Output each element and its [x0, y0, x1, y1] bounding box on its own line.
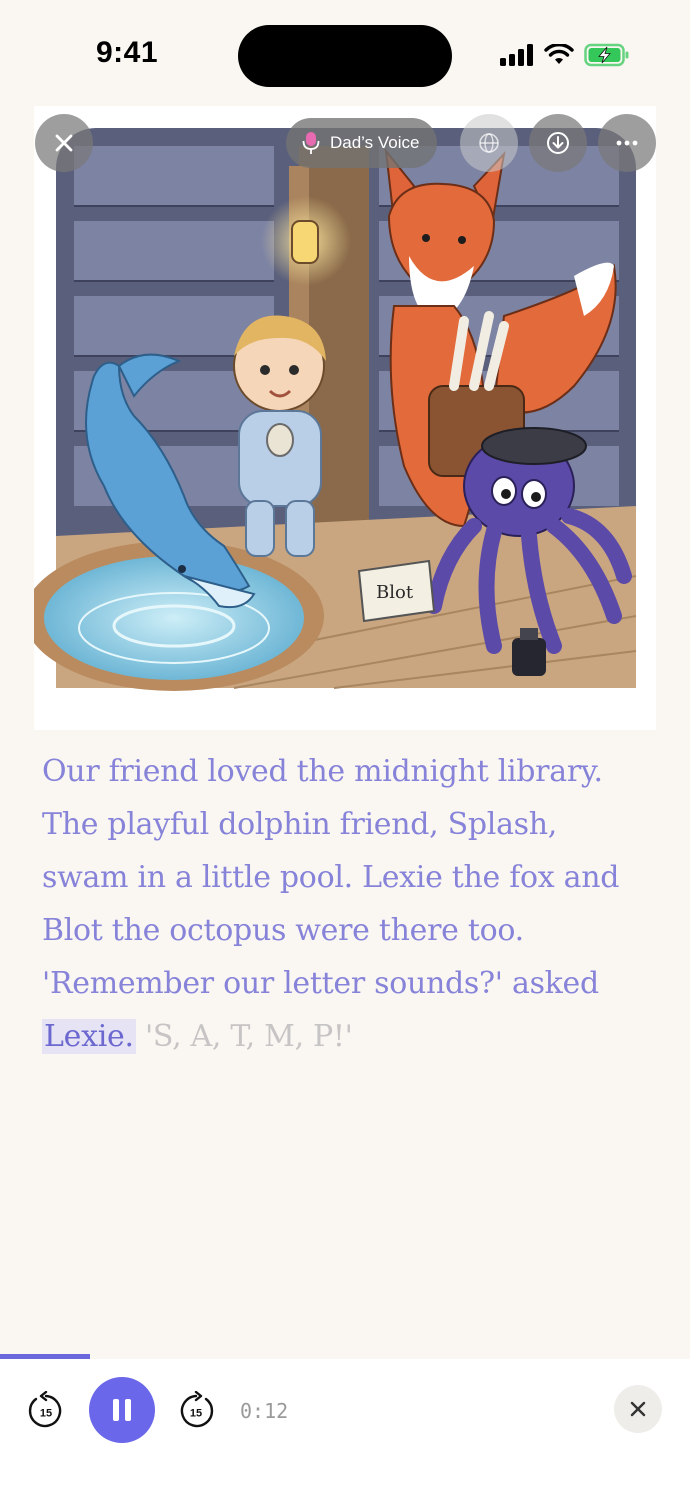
language-button[interactable] — [460, 114, 518, 172]
svg-text:15: 15 — [190, 1408, 202, 1420]
story-current-word: Lexie. — [42, 1019, 136, 1054]
wifi-icon — [544, 44, 574, 64]
close-icon — [630, 1401, 646, 1417]
story-illustration: Blot — [34, 106, 656, 730]
download-button[interactable] — [529, 114, 587, 172]
battery-charging-icon — [584, 43, 629, 67]
more-icon — [616, 140, 638, 146]
microphone-icon — [302, 132, 320, 154]
svg-text:15: 15 — [40, 1408, 52, 1420]
close-player-button[interactable] — [614, 1385, 662, 1433]
close-icon — [55, 134, 73, 152]
more-options-button[interactable] — [598, 114, 656, 172]
story-text: Our friend loved the midnight library. T… — [42, 745, 652, 1063]
dynamic-island — [238, 25, 452, 87]
voice-label: Dad’s Voice — [330, 133, 420, 152]
pause-button[interactable] — [89, 1377, 155, 1443]
scroll-sign-text: Blot — [376, 582, 414, 603]
skip-back-15-icon: 15 — [28, 1390, 62, 1428]
elapsed-time: 0:12 — [240, 1399, 289, 1423]
cellular-signal-icon — [500, 44, 533, 66]
status-icons — [500, 43, 630, 67]
audio-player: 15 15 0:12 — [0, 1359, 690, 1500]
story-unread-text: 'S, A, T, M, P!' — [144, 1019, 353, 1054]
pause-icon — [113, 1399, 131, 1421]
close-button[interactable] — [35, 114, 93, 172]
skip-forward-15-icon: 15 — [180, 1390, 214, 1428]
skip-back-button[interactable]: 15 — [26, 1390, 66, 1431]
download-icon — [547, 132, 569, 154]
status-time: 9:41 — [96, 36, 159, 69]
skip-forward-button[interactable]: 15 — [176, 1390, 216, 1431]
story-read-text: Our friend loved the midnight library. T… — [42, 754, 620, 1001]
voice-selector-button[interactable]: Dad’s Voice — [286, 118, 438, 168]
globe-icon — [479, 133, 499, 153]
